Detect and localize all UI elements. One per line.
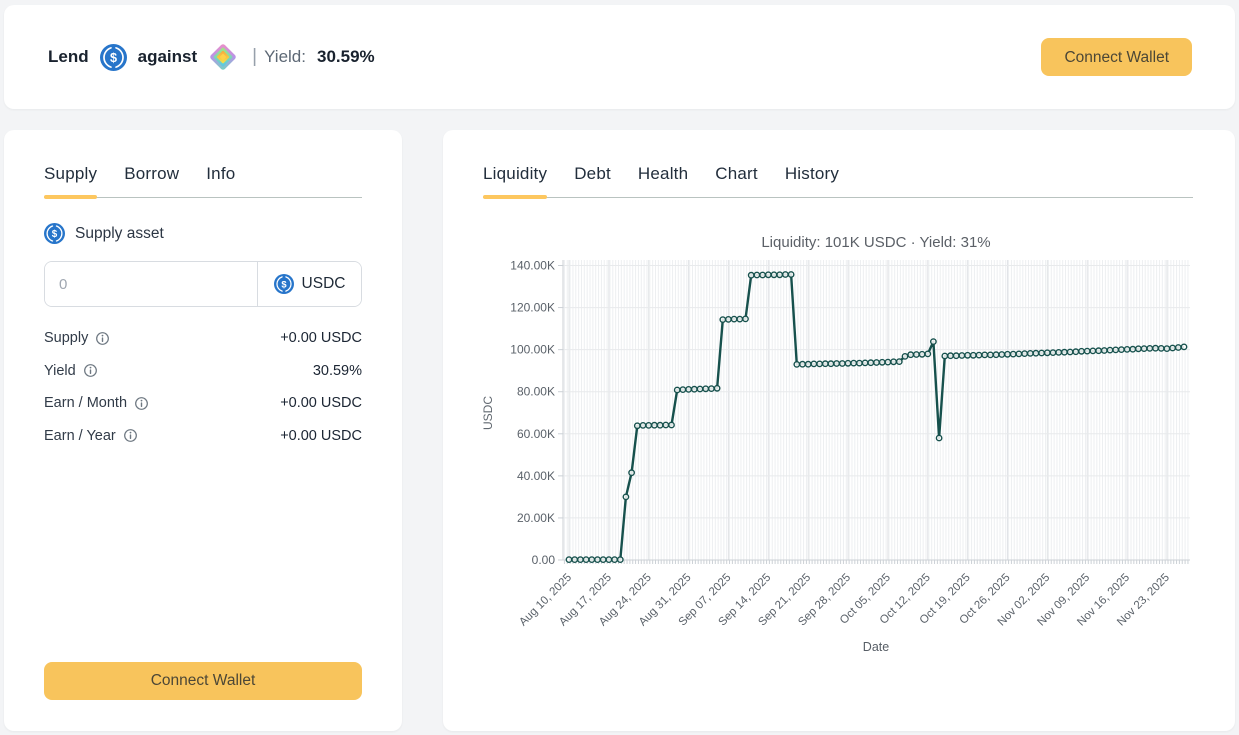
stat-value: +0.00 USDC bbox=[280, 395, 362, 411]
token-select-label: USDC bbox=[301, 275, 346, 292]
chart-tabs: Liquidity Debt Health Chart History bbox=[483, 164, 1193, 199]
supply-asset-row: $ Supply asset bbox=[44, 223, 362, 244]
token-select[interactable]: $ USDC bbox=[257, 262, 361, 306]
stat-row-earn-month: Earn / Month +0.00 USDC bbox=[44, 395, 362, 411]
supply-tabs: Supply Borrow Info bbox=[44, 164, 362, 199]
stat-value: +0.00 USDC bbox=[280, 427, 362, 444]
amount-input-group: $ USDC bbox=[44, 261, 362, 307]
svg-text:Date: Date bbox=[863, 640, 889, 654]
info-icon[interactable] bbox=[123, 428, 138, 443]
tab-liquidity[interactable]: Liquidity bbox=[483, 164, 548, 199]
info-icon[interactable] bbox=[134, 396, 149, 411]
supply-asset-label: Supply asset bbox=[75, 224, 164, 242]
stat-label: Supply bbox=[44, 330, 89, 346]
tab-supply[interactable]: Supply bbox=[44, 164, 98, 199]
stat-label: Earn / Month bbox=[44, 395, 128, 411]
stat-label: Earn / Year bbox=[44, 427, 116, 444]
svg-text:$: $ bbox=[110, 51, 117, 65]
svg-text:20.00K: 20.00K bbox=[517, 511, 555, 525]
stat-row-earn-year: Earn / Year +0.00 USDC bbox=[44, 428, 362, 444]
info-icon[interactable] bbox=[95, 331, 110, 346]
lend-label: Lend bbox=[48, 47, 89, 66]
stat-row-supply: Supply +0.00 USDC bbox=[44, 330, 362, 346]
tab-borrow[interactable]: Borrow bbox=[124, 164, 179, 197]
usdc-icon: $ bbox=[44, 223, 65, 244]
header-bar: Lend $ against | Yield: 30.59% Connect W… bbox=[4, 5, 1235, 109]
connect-wallet-button[interactable]: Connect Wallet bbox=[1041, 38, 1192, 76]
info-icon[interactable] bbox=[83, 363, 98, 378]
tab-history[interactable]: History bbox=[785, 164, 839, 197]
svg-text:0.00: 0.00 bbox=[532, 553, 556, 567]
market-title: Lend $ against | Yield: 30.59% bbox=[48, 42, 375, 72]
against-label: against bbox=[137, 47, 198, 66]
svg-text:100.00K: 100.00K bbox=[510, 343, 555, 357]
title-separator: | bbox=[252, 46, 258, 67]
tab-health[interactable]: Health bbox=[638, 164, 688, 197]
stat-value: +0.00 USDC bbox=[280, 330, 362, 346]
svg-text:USDC: USDC bbox=[481, 396, 495, 430]
chart-panel: Liquidity Debt Health Chart History 0.00… bbox=[443, 130, 1235, 731]
stat-row-yield: Yield 30.59% bbox=[44, 363, 362, 379]
supply-stats: Supply +0.00 USDC Yield 30.59% Earn / Mo… bbox=[44, 330, 362, 444]
svg-text:60.00K: 60.00K bbox=[517, 427, 555, 441]
stat-value: 30.59% bbox=[312, 362, 362, 379]
tab-debt[interactable]: Debt bbox=[574, 164, 611, 197]
usdc-icon: $ bbox=[99, 43, 127, 71]
svg-text:40.00K: 40.00K bbox=[517, 469, 555, 483]
amount-input[interactable] bbox=[45, 262, 257, 306]
svg-text:120.00K: 120.00K bbox=[510, 301, 555, 315]
gem-icon bbox=[208, 42, 238, 72]
svg-text:Liquidity: 101K USDC · Yield:: Liquidity: 101K USDC · Yield: 31% bbox=[761, 234, 990, 251]
svg-text:$: $ bbox=[52, 229, 58, 240]
supply-panel: Supply Borrow Info $ Supply asset $ bbox=[4, 130, 402, 731]
yield-value: 30.59% bbox=[316, 47, 375, 66]
svg-text:140.00K: 140.00K bbox=[510, 259, 555, 273]
tab-chart[interactable]: Chart bbox=[715, 164, 758, 197]
svg-text:80.00K: 80.00K bbox=[517, 385, 555, 399]
connect-wallet-button-panel[interactable]: Connect Wallet bbox=[44, 662, 362, 700]
stat-label: Yield bbox=[44, 362, 76, 379]
tab-info[interactable]: Info bbox=[206, 164, 235, 197]
svg-text:$: $ bbox=[281, 279, 287, 289]
liquidity-chart[interactable]: 0.00 20.00K 40.00K 60.00K 80.00K 100.00K 120.0… bbox=[443, 130, 1235, 731]
usdc-icon: $ bbox=[273, 274, 294, 294]
yield-label: Yield: bbox=[264, 47, 306, 66]
